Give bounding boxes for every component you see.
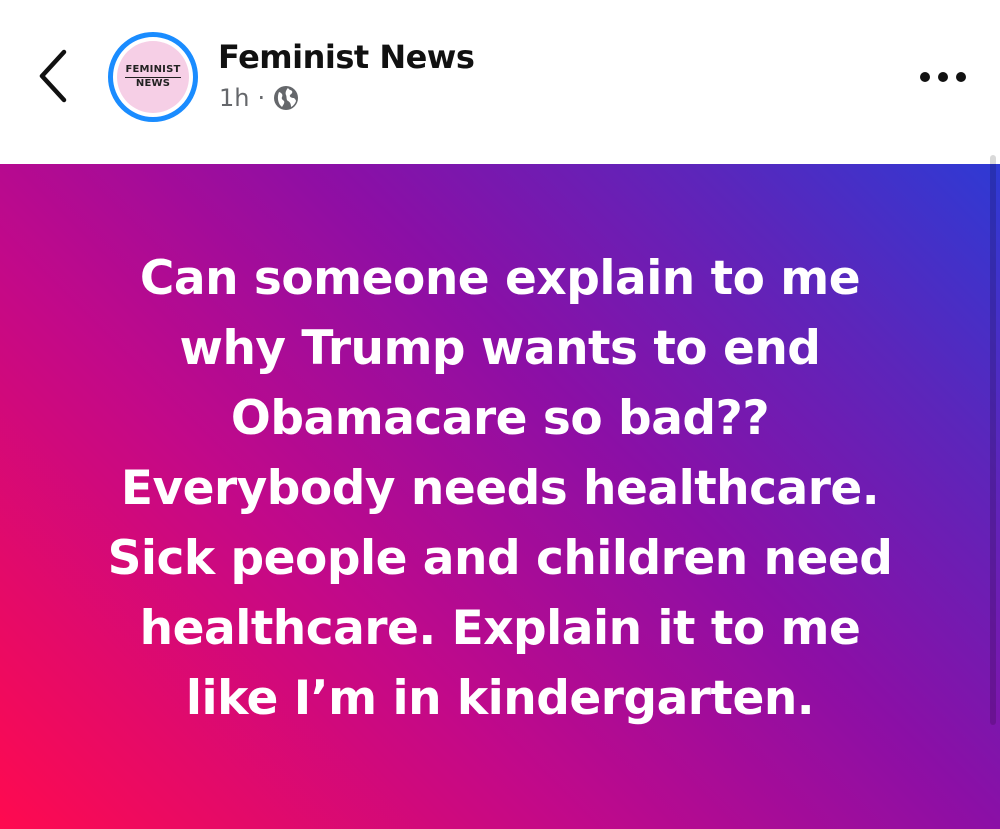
chevron-left-icon — [39, 49, 67, 103]
more-dots-icon — [920, 72, 930, 82]
more-dots-icon — [956, 72, 966, 82]
feminist-news-logo: FEMINIST NEWS — [117, 41, 189, 113]
post-view: FEMINIST NEWS Feminist News 1h · Can som… — [0, 0, 1000, 829]
scrollbar[interactable] — [990, 155, 996, 725]
post-time[interactable]: 1h — [219, 84, 249, 112]
more-options-button[interactable] — [920, 62, 966, 92]
meta-separator: · — [257, 84, 266, 112]
globe-icon[interactable] — [273, 85, 299, 111]
avatar[interactable]: FEMINIST NEWS — [108, 32, 198, 122]
post-text-line: Can someone explain to me — [139, 250, 861, 306]
back-button[interactable] — [30, 46, 78, 106]
post-text-line: healthcare. Explain it to me — [139, 600, 861, 656]
post-text-line: Sick people and children need — [107, 530, 893, 586]
post-background-card: Can someone explain to me why Trump want… — [0, 164, 1000, 829]
post-text-line: Everybody needs healthcare. — [120, 460, 880, 516]
more-dots-icon — [938, 72, 948, 82]
post-header: FEMINIST NEWS Feminist News 1h · — [0, 0, 1000, 160]
post-text: Can someone explain to me why Trump want… — [60, 244, 940, 734]
post-text-line: Obamacare so bad?? — [230, 390, 770, 446]
avatar-line1: FEMINIST — [125, 64, 181, 78]
post-meta: 1h · — [219, 84, 299, 112]
avatar-line2: NEWS — [135, 78, 171, 89]
page-name[interactable]: Feminist News — [218, 38, 475, 76]
post-text-line: why Trump wants to end — [179, 320, 821, 376]
post-text-line: like I’m in kindergarten. — [185, 670, 815, 726]
